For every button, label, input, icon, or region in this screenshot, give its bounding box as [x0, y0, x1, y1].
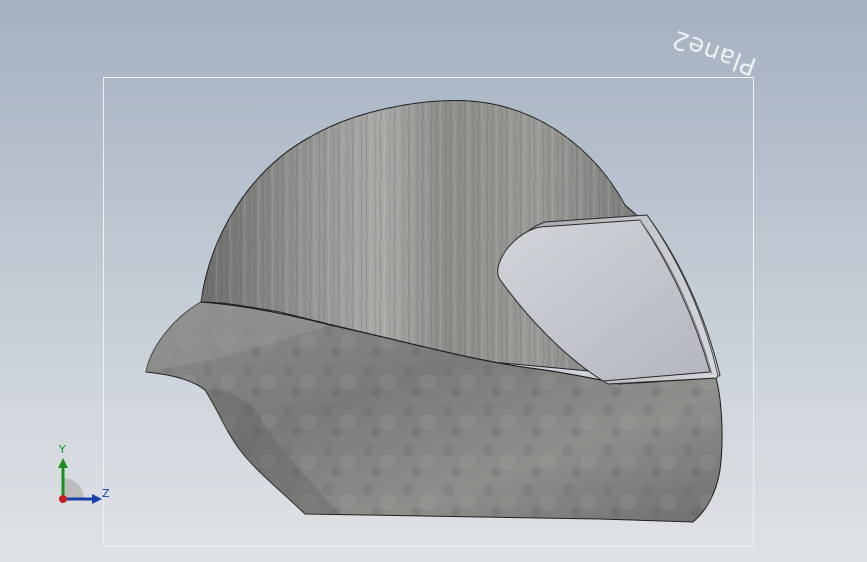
coordinate-triad — [58, 458, 102, 504]
z-axis-label: Z — [102, 487, 110, 500]
y-axis-label: Y — [59, 443, 66, 456]
helmet-model[interactable] — [0, 0, 867, 562]
graphics-viewport[interactable]: Plane2 Y Z — [0, 0, 867, 562]
